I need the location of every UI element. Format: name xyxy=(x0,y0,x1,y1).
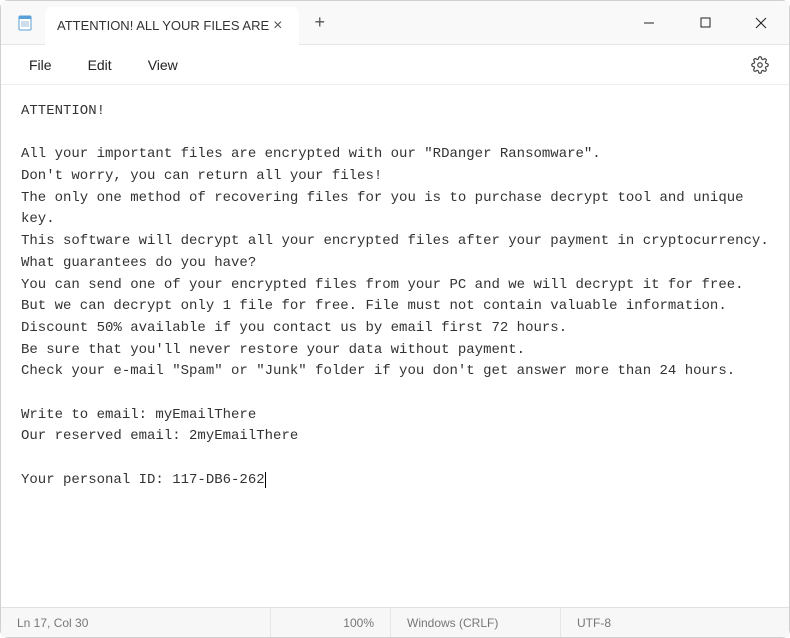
notepad-icon xyxy=(17,15,33,31)
close-tab-icon[interactable]: × xyxy=(269,18,286,34)
encoding: UTF-8 xyxy=(561,608,789,637)
menu-file[interactable]: File xyxy=(11,51,70,79)
line-ending: Windows (CRLF) xyxy=(391,608,561,637)
menu-view[interactable]: View xyxy=(130,51,196,79)
statusbar: Ln 17, Col 30 100% Windows (CRLF) UTF-8 xyxy=(1,607,789,637)
tab-title: ATTENTION! ALL YOUR FILES ARE xyxy=(57,18,269,33)
menu-edit[interactable]: Edit xyxy=(70,51,130,79)
new-tab-button[interactable]: + xyxy=(299,12,342,33)
zoom-level[interactable]: 100% xyxy=(271,608,391,637)
cursor-position: Ln 17, Col 30 xyxy=(1,608,271,637)
minimize-button[interactable] xyxy=(621,1,677,45)
settings-button[interactable] xyxy=(741,50,779,80)
document-tab[interactable]: ATTENTION! ALL YOUR FILES ARE × xyxy=(45,7,299,45)
maximize-button[interactable] xyxy=(677,1,733,45)
menubar: File Edit View xyxy=(1,45,789,85)
titlebar: ATTENTION! ALL YOUR FILES ARE × + xyxy=(1,1,789,45)
document-body: ATTENTION! All your important files are … xyxy=(21,103,769,488)
window-controls xyxy=(621,1,789,45)
gear-icon xyxy=(751,56,769,74)
close-button[interactable] xyxy=(733,1,789,45)
text-caret xyxy=(265,472,266,488)
text-area[interactable]: ATTENTION! All your important files are … xyxy=(1,85,789,607)
